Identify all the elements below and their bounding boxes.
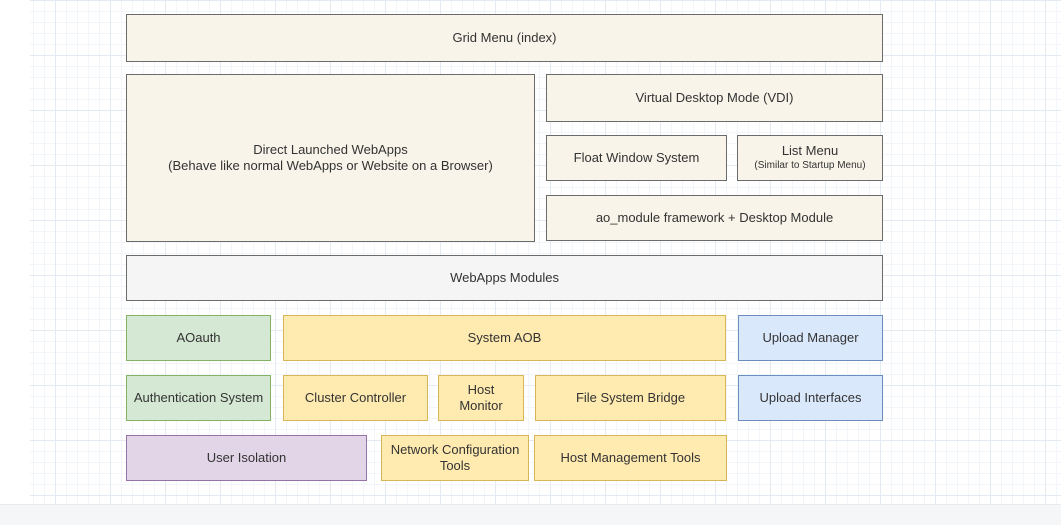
node-sublabel: (Behave like normal WebApps or Website o… bbox=[168, 158, 493, 174]
node-label: Float Window System bbox=[574, 150, 700, 166]
node-label: Direct Launched WebApps bbox=[253, 142, 407, 158]
node-label: AOauth bbox=[176, 330, 220, 346]
node-label: Upload Interfaces bbox=[760, 390, 862, 406]
upload-interfaces-node: Upload Interfaces bbox=[738, 375, 883, 421]
node-label: WebApps Modules bbox=[450, 270, 559, 286]
user-isolation-node: User Isolation bbox=[126, 435, 367, 481]
canvas-bottom-edge bbox=[0, 504, 1061, 525]
node-sublabel: (Similar to Startup Menu) bbox=[754, 160, 865, 173]
host-management-tools-node: Host Management Tools bbox=[534, 435, 727, 481]
canvas-left-margin bbox=[0, 0, 30, 505]
node-label: User Isolation bbox=[207, 450, 286, 466]
host-monitor-node: Host Monitor bbox=[438, 375, 524, 421]
list-menu-node: List Menu(Similar to Startup Menu) bbox=[737, 135, 883, 181]
grid-menu-node: Grid Menu (index) bbox=[126, 14, 883, 62]
cluster-controller-node: Cluster Controller bbox=[283, 375, 428, 421]
node-label: Grid Menu (index) bbox=[452, 30, 556, 46]
node-label: Authentication System bbox=[134, 390, 263, 406]
direct-webapps-node: Direct Launched WebApps(Behave like norm… bbox=[126, 74, 535, 242]
aoauth-node: AOauth bbox=[126, 315, 271, 361]
diagram-canvas: Grid Menu (index) Direct Launched WebApps… bbox=[0, 0, 1061, 525]
authentication-system-node: Authentication System bbox=[126, 375, 271, 421]
node-label: System AOB bbox=[468, 330, 542, 346]
node-label: Cluster Controller bbox=[305, 390, 406, 406]
ao-module-node: ao_module framework + Desktop Module bbox=[546, 195, 883, 241]
float-window-node: Float Window System bbox=[546, 135, 727, 181]
node-label: Virtual Desktop Mode (VDI) bbox=[636, 90, 794, 106]
node-label: Upload Manager bbox=[762, 330, 858, 346]
node-label: Network Configuration Tools bbox=[388, 442, 522, 475]
system-aob-node: System AOB bbox=[283, 315, 726, 361]
virtual-desktop-node: Virtual Desktop Mode (VDI) bbox=[546, 74, 883, 122]
upload-manager-node: Upload Manager bbox=[738, 315, 883, 361]
file-system-bridge-node: File System Bridge bbox=[535, 375, 726, 421]
network-config-tools-node: Network Configuration Tools bbox=[381, 435, 529, 481]
node-label: Host Monitor bbox=[445, 382, 517, 415]
node-label: List Menu bbox=[782, 143, 838, 159]
node-label: ao_module framework + Desktop Module bbox=[596, 210, 833, 226]
node-label: Host Management Tools bbox=[561, 450, 701, 466]
node-label: File System Bridge bbox=[576, 390, 685, 406]
webapps-modules-node: WebApps Modules bbox=[126, 255, 883, 301]
